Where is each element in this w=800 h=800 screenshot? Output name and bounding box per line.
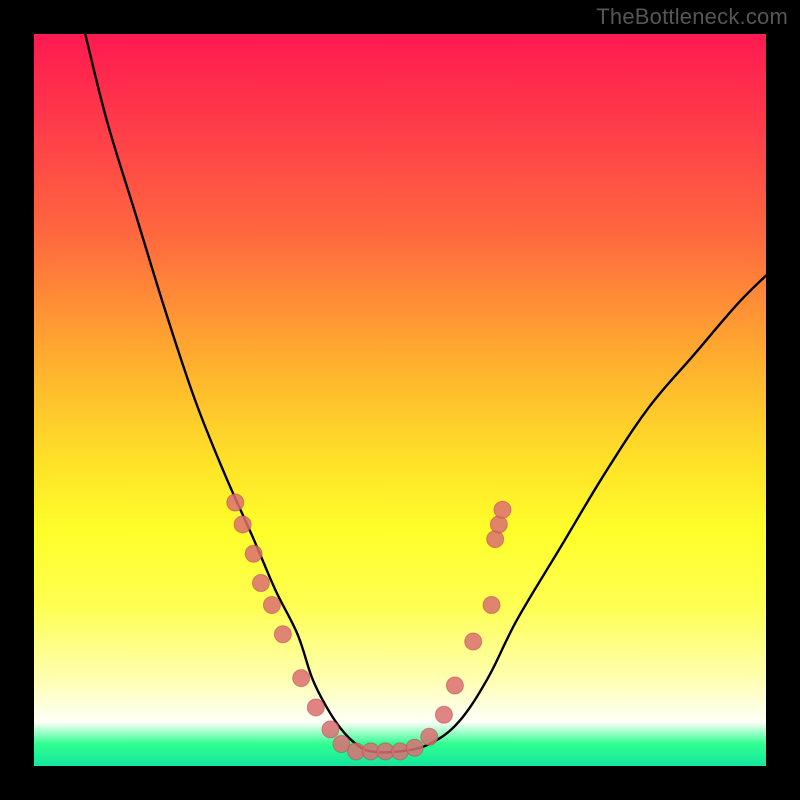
watermark-text: TheBottleneck.com <box>596 4 788 30</box>
bottleneck-curve <box>85 34 766 752</box>
data-point <box>307 699 324 716</box>
data-point <box>494 501 511 518</box>
chart-frame: TheBottleneck.com <box>0 0 800 800</box>
data-point <box>465 633 482 650</box>
plot-area <box>34 34 766 766</box>
data-point <box>293 670 310 687</box>
data-point <box>234 516 251 533</box>
curve-layer <box>34 34 766 766</box>
data-point <box>245 545 262 562</box>
data-point <box>274 626 291 643</box>
data-point <box>435 706 452 723</box>
data-point <box>421 728 438 745</box>
data-point <box>227 494 244 511</box>
data-point <box>252 575 269 592</box>
data-point <box>263 596 280 613</box>
data-point <box>322 721 339 738</box>
data-point <box>406 739 423 756</box>
data-point <box>483 596 500 613</box>
data-point <box>446 677 463 694</box>
